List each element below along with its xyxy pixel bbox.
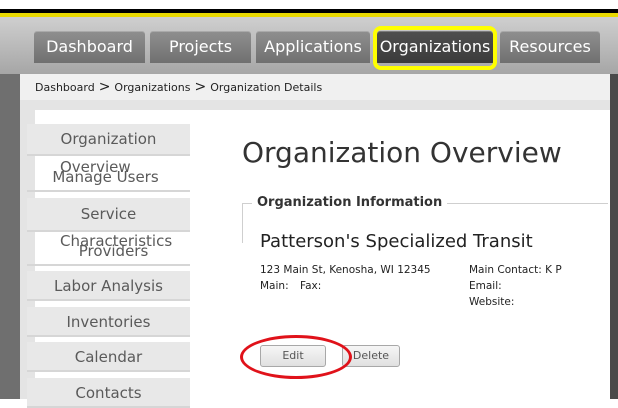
sidebar-item-label: Contacts	[75, 384, 142, 402]
page-title: Organization Overview	[242, 136, 562, 169]
sidebar-item-service-characteristics[interactable]: Service	[27, 198, 190, 232]
section-legend: Organization Information	[252, 195, 448, 210]
sidebar-item-label: Service	[80, 205, 137, 223]
sidebar-item-label: Inventories	[66, 313, 151, 331]
breadcrumb-separator: >	[194, 79, 207, 95]
sidebar-item-label: Labor Analysis	[54, 277, 163, 295]
breadcrumb-separator: >	[98, 79, 111, 95]
email-label: Email:	[469, 280, 502, 292]
sidebar-item-label: Manage Users	[52, 168, 159, 186]
sidebar-item-label: Organization	[60, 130, 157, 148]
breadcrumb-organization-details: Organization Details	[210, 81, 323, 94]
sidebar-item-calendar[interactable]: Calendar	[27, 342, 190, 372]
breadcrumb-dashboard[interactable]: Dashboard	[35, 81, 95, 94]
fax-label: Fax:	[300, 280, 322, 292]
sidebar-item-providers[interactable]: Providers	[27, 236, 190, 266]
sidebar-item-labor-analysis[interactable]: Labor Analysis	[27, 271, 190, 301]
organization-name: Patterson's Specialized Transit	[260, 231, 533, 252]
sidebar-item-contacts[interactable]: Contacts	[27, 378, 190, 408]
sidebar-item-manage-users[interactable]: Manage Users	[27, 162, 190, 192]
sidebar-item-label: Providers	[78, 242, 149, 260]
main-phone-label: Main:	[260, 280, 289, 292]
sidebar-item-label: Calendar	[74, 348, 143, 366]
fieldset-border-left	[242, 203, 243, 243]
red-circle-annotation	[240, 335, 352, 379]
breadcrumb: Dashboard > Organizations > Organization Det…	[20, 74, 610, 101]
sidebar-item-organization-overview[interactable]: Organization	[27, 124, 190, 156]
tab-resources[interactable]: Resources	[500, 31, 600, 63]
main-contact: Main Contact: K P	[469, 264, 562, 276]
tab-projects[interactable]: Projects	[150, 31, 251, 63]
yellow-highlight-annotation	[373, 26, 497, 70]
right-gutter	[610, 74, 618, 399]
sidebar-item-inventories[interactable]: Inventories	[27, 307, 190, 337]
tab-applications[interactable]: Applications	[256, 31, 370, 63]
left-gutter	[0, 74, 20, 399]
website-label: Website:	[469, 296, 515, 308]
organization-address: 123 Main St, Kenosha, WI 12345	[260, 264, 431, 276]
tab-dashboard[interactable]: Dashboard	[34, 31, 145, 63]
breadcrumb-organizations[interactable]: Organizations	[114, 81, 190, 94]
